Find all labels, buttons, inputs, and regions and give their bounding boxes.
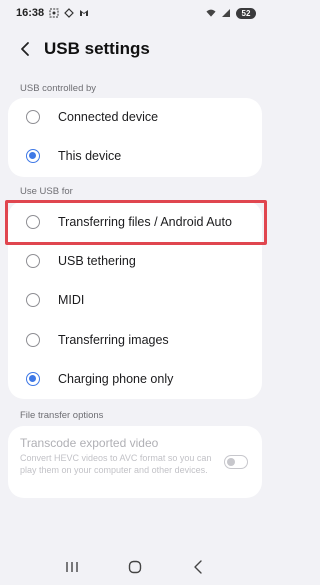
back-nav-icon xyxy=(194,560,203,574)
option-label: This device xyxy=(58,149,122,163)
home-button[interactable] xyxy=(123,557,147,577)
section-label-use-usb-for: Use USB for xyxy=(20,186,73,197)
file-transfer-options-card: Transcode exported video Convert HEVC vi… xyxy=(8,426,262,498)
option-charging-phone-only[interactable]: Charging phone only xyxy=(8,360,262,398)
option-connected-device[interactable]: Connected device xyxy=(8,98,262,136)
sync-icon xyxy=(64,8,74,18)
status-bar-left: 16:38 xyxy=(16,7,89,19)
screenshot-icon xyxy=(49,8,59,18)
radio-connected-device[interactable] xyxy=(26,110,40,124)
option-label: Transferring images xyxy=(58,333,169,347)
section-label-file-transfer-options: File transfer options xyxy=(20,410,104,421)
radio-this-device[interactable] xyxy=(26,149,40,163)
recents-icon xyxy=(65,562,78,572)
page-title: USB settings xyxy=(44,39,150,58)
back-arrow-icon xyxy=(21,42,29,56)
option-label: Connected device xyxy=(58,110,159,124)
radio-charging-phone-only[interactable] xyxy=(26,372,40,386)
back-nav-button[interactable] xyxy=(186,557,210,577)
navigation-bar xyxy=(0,549,270,585)
wifi-icon xyxy=(206,8,216,18)
section-label-usb-controlled-by: USB controlled by xyxy=(20,83,97,94)
signal-icon xyxy=(221,8,231,18)
status-bar-right: 52 xyxy=(206,7,256,19)
option-this-device[interactable]: This device xyxy=(8,137,262,175)
option-label: MIDI xyxy=(58,293,85,307)
usb-controlled-by-card: Connected device This device xyxy=(8,98,262,177)
status-time: 16:38 xyxy=(16,7,45,19)
transcode-toggle[interactable] xyxy=(224,455,248,469)
status-bar: 16:38 52 xyxy=(0,0,270,26)
transcode-video-setting[interactable]: Transcode exported video Convert HEVC vi… xyxy=(8,426,262,498)
recents-button[interactable] xyxy=(60,557,84,577)
radio-usb-tethering[interactable] xyxy=(26,254,40,268)
header: USB settings xyxy=(0,34,270,64)
option-usb-tethering[interactable]: USB tethering xyxy=(8,242,262,280)
option-transferring-images[interactable]: Transferring images xyxy=(8,321,262,359)
battery-indicator: 52 xyxy=(236,7,256,19)
option-midi[interactable]: MIDI xyxy=(8,281,262,319)
gmail-icon xyxy=(79,8,89,18)
transcode-description: Convert HEVC videos to AVC format so you… xyxy=(20,453,212,475)
option-label: USB tethering xyxy=(58,254,136,268)
back-button[interactable] xyxy=(16,39,34,59)
radio-transferring-images[interactable] xyxy=(26,333,40,347)
highlight-box xyxy=(5,200,267,245)
option-label: Charging phone only xyxy=(58,372,174,386)
home-icon xyxy=(128,560,142,574)
radio-midi[interactable] xyxy=(26,293,40,307)
transcode-title: Transcode exported video xyxy=(20,436,159,450)
